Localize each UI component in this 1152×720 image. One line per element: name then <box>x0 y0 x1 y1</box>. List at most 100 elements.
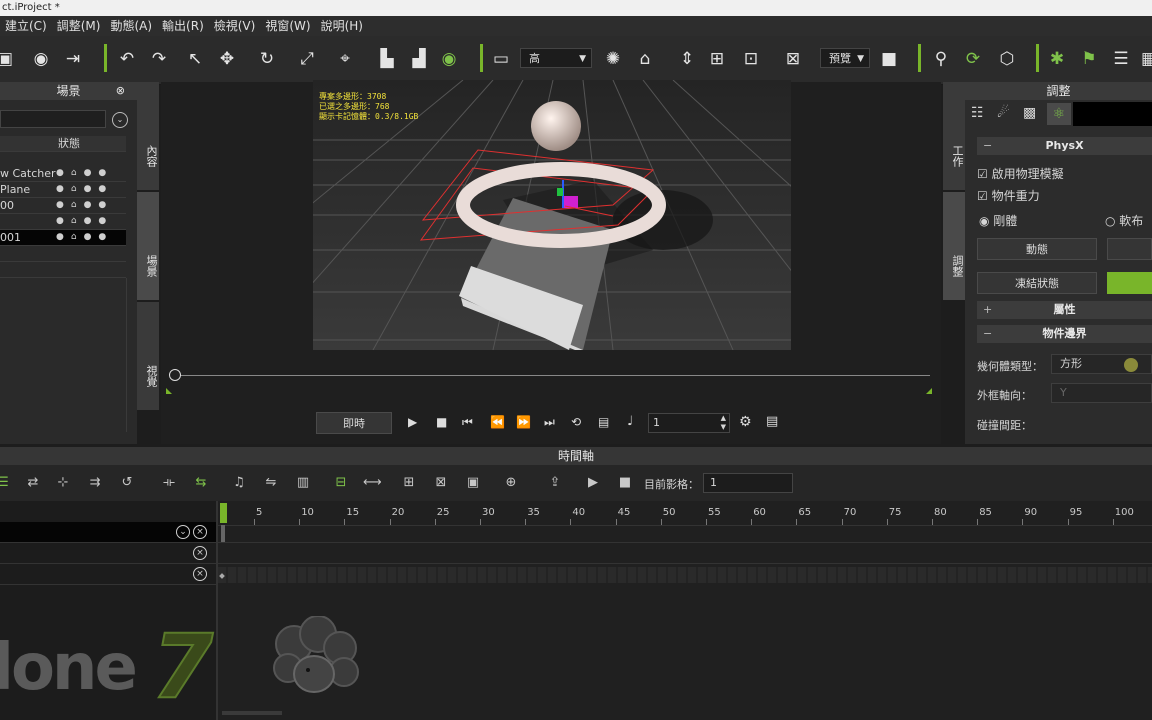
menu-help[interactable]: 說明(H) <box>316 16 368 36</box>
tab-modify[interactable]: 調整 <box>943 192 965 300</box>
soft-cloth-radio[interactable]: ○ 軟布 <box>1105 212 1143 229</box>
frame-all-icon[interactable]: ⊞ <box>706 48 728 70</box>
menu-render[interactable]: 輸出(R) <box>157 16 209 36</box>
freeze-color-swatch[interactable] <box>1107 272 1152 294</box>
prev-key-icon[interactable]: ⏪ <box>490 415 505 429</box>
menu-animation[interactable]: 動態(A) <box>105 16 157 36</box>
camera-view-icon[interactable]: ⊡ <box>740 48 762 70</box>
spinner-icon[interactable]: ▲ ▼ <box>721 414 726 432</box>
tab-work[interactable]: 工作 <box>943 82 965 190</box>
settings-gear-icon[interactable]: ⚙ <box>739 414 752 430</box>
close-icon[interactable]: ⊗ <box>116 82 125 100</box>
track-row-selected[interactable]: ⌄ × <box>0 522 216 543</box>
playhead[interactable] <box>220 503 227 523</box>
scene-search-input[interactable] <box>0 110 106 128</box>
delete-range-icon[interactable]: ⊠ <box>432 474 450 492</box>
kinematic-button[interactable] <box>1107 238 1152 260</box>
scene-row[interactable]: ●⌂●● <box>0 214 126 230</box>
realtime-button[interactable]: 即時 <box>316 412 392 434</box>
blend-icon[interactable]: ⇋ <box>262 474 280 492</box>
object-gravity-checkbox[interactable]: ☑ 物件重力 <box>977 187 1040 204</box>
stop-icon[interactable]: ■ <box>436 415 447 429</box>
track-expand-icon[interactable]: ⌄ <box>176 525 190 539</box>
bounds-section-header[interactable]: − 物件邊界 <box>977 325 1152 343</box>
keyframe-track[interactable] <box>218 567 1152 583</box>
physx-section-header[interactable]: − PhysX <box>977 137 1152 155</box>
zoom-extent-icon[interactable]: ⊠ <box>782 48 804 70</box>
tab-content[interactable]: 內容 <box>137 82 159 190</box>
rigid-body-radio[interactable]: ◉ 剛體 <box>979 212 1017 229</box>
grid-icon[interactable]: ▦ <box>1138 48 1152 70</box>
fit-vertical-icon[interactable]: ⇕ <box>676 48 698 70</box>
scene-row-selected[interactable]: 001 ●⌂●● <box>0 230 126 246</box>
track-close-icon[interactable]: × <box>193 546 207 560</box>
frame-scrub-handle[interactable] <box>169 369 181 381</box>
fit-range-icon[interactable]: ⊟ <box>332 474 350 492</box>
swap-icon[interactable]: ⇄ <box>24 474 42 492</box>
split-icon[interactable]: ⟛ <box>160 474 178 492</box>
zoom-icon[interactable]: ⊕ <box>502 474 520 492</box>
physics-atom-icon[interactable]: ⚛ <box>1047 103 1071 125</box>
add-key-icon[interactable]: ⊹ <box>54 474 72 492</box>
preview-select[interactable]: 預覽 ▼ <box>820 48 870 68</box>
play-icon[interactable]: ▶ <box>408 415 417 429</box>
track-row[interactable]: × <box>0 564 216 585</box>
loop-icon[interactable]: ⟲ <box>571 415 581 429</box>
dynamic-button[interactable]: 動態 <box>977 238 1097 260</box>
menu-view[interactable]: 檢視(V) <box>209 16 261 36</box>
flag-icon[interactable]: ⚑ <box>1078 48 1100 70</box>
align-left-icon[interactable]: ▙ <box>376 48 398 70</box>
panel-toggle-icon[interactable]: ▤ <box>766 414 778 429</box>
audio-track-icon[interactable]: ♫ <box>230 474 248 492</box>
range-start-marker[interactable] <box>166 388 172 394</box>
visibility-lock-icons[interactable]: ●⌂●● <box>56 214 113 229</box>
undo-icon[interactable]: ↶ <box>116 48 138 70</box>
save-icon[interactable]: ▣ <box>0 48 16 70</box>
last-frame-icon[interactable]: ⏭ <box>544 415 555 430</box>
transition-icon[interactable]: ⇉ <box>86 474 104 492</box>
audio-note-icon[interactable]: ♩ <box>627 414 633 429</box>
align-icon[interactable]: ▟ <box>408 48 430 70</box>
flip-icon[interactable]: ⇆ <box>192 474 210 492</box>
current-frame-input[interactable]: 1 <box>703 473 793 493</box>
cube-stack-icon[interactable]: ⬡ <box>996 48 1018 70</box>
visibility-lock-icons[interactable]: ●⌂●● <box>56 182 113 197</box>
list-icon[interactable]: ☰ <box>1110 48 1132 70</box>
axis-select[interactable]: Y <box>1051 383 1152 403</box>
loop-clip-icon[interactable]: ↺ <box>118 474 136 492</box>
scene-row[interactable]: w Catcher ●⌂●● <box>0 166 126 182</box>
filter-dropdown-icon[interactable]: ⌄ <box>112 112 128 128</box>
pick-parent-icon[interactable]: ⌖ <box>334 48 356 70</box>
physics-icon[interactable]: ⚲ <box>930 48 952 70</box>
insert-icon[interactable]: ⊞ <box>400 474 418 492</box>
attributes-section-header[interactable]: + 屬性 <box>977 301 1152 319</box>
track-row[interactable]: × <box>0 543 216 564</box>
timeline-splitter[interactable] <box>216 501 218 720</box>
menu-create[interactable]: 建立(C) <box>0 16 52 36</box>
light-icon[interactable]: ✺ <box>602 48 624 70</box>
video-camera-icon[interactable]: ■ <box>878 48 900 70</box>
menu-modify[interactable]: 調整(M) <box>52 16 106 36</box>
enable-physics-checkbox[interactable]: ☑ 啟用物理模擬 <box>977 165 1064 182</box>
timeline-scrollbar[interactable] <box>222 711 282 715</box>
physics-refresh-icon[interactable]: ⟳ <box>962 48 984 70</box>
tab-scene[interactable]: 場景 <box>137 192 159 300</box>
sliders-icon[interactable]: ☷ <box>971 105 984 121</box>
visibility-eye-icon[interactable]: ◉ <box>438 48 460 70</box>
mixer-icon[interactable]: ▥ <box>294 474 312 492</box>
timeline-play-icon[interactable]: ▶ <box>584 474 602 492</box>
frame-number-input[interactable]: 1 ▲ ▼ <box>648 413 730 433</box>
character-icon[interactable]: ✱ <box>1046 48 1068 70</box>
visibility-lock-icons[interactable]: ●⌂●● <box>56 166 113 181</box>
motion-figure-icon[interactable]: ☄ <box>997 105 1010 121</box>
layout-icon[interactable]: ▭ <box>490 48 512 70</box>
freeze-state-button[interactable]: 凍結狀態 <box>977 272 1097 294</box>
home-camera-icon[interactable]: ⌂ <box>634 48 656 70</box>
subtitle-icon[interactable]: ▤ <box>598 415 609 429</box>
timeline-stop-icon[interactable]: ■ <box>616 474 634 492</box>
move-icon[interactable]: ✥ <box>216 48 238 70</box>
scene-row[interactable]: 00 ●⌂●● <box>0 198 126 214</box>
quality-select[interactable]: 高 ▼ <box>520 48 592 68</box>
visibility-lock-icons[interactable]: ●⌂●● <box>56 198 113 213</box>
columns-icon[interactable]: ▣ <box>464 474 482 492</box>
